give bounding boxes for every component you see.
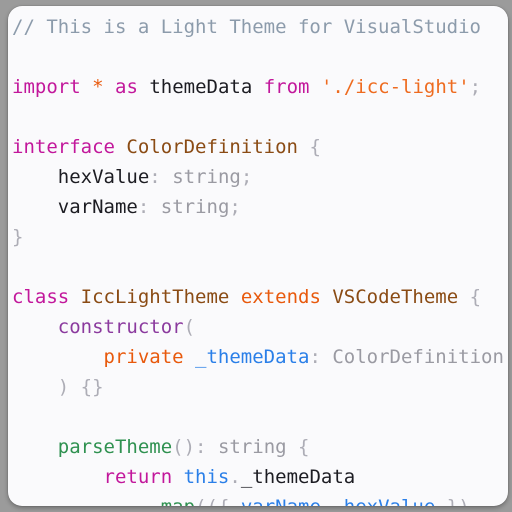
code-line[interactable]: import * as themeData from './icc-light'…	[10, 72, 508, 102]
code-token: import	[12, 76, 81, 98]
code-token: extends	[240, 286, 321, 308]
code-token: './icc-light'	[320, 76, 470, 98]
code-line[interactable]: varName: string;	[10, 192, 508, 222]
code-token: ()	[172, 436, 196, 458]
code-token: ,	[321, 496, 344, 506]
code-token: ;	[229, 196, 241, 218]
code-token: :	[149, 166, 161, 188]
code-token: string	[160, 196, 230, 218]
code-token: hexValue	[12, 166, 150, 188]
code-token: string	[217, 436, 287, 458]
code-content[interactable]: // This is a Light Theme for VisualStudi…	[8, 6, 508, 506]
code-token: .	[149, 496, 160, 506]
code-token: themeData	[137, 76, 264, 98]
code-token: private	[103, 346, 184, 368]
code-token: VSCodeTheme	[332, 286, 459, 308]
code-token: varName	[241, 496, 321, 506]
code-editor-card: // This is a Light Theme for VisualStudi…	[8, 6, 508, 506]
code-token: constructor	[57, 316, 184, 338]
code-token: {	[309, 136, 321, 158]
code-token: .	[229, 466, 241, 488]
code-line[interactable]: }	[10, 222, 508, 252]
code-token: ColorDefinition	[126, 136, 298, 158]
code-line[interactable]: ) {}	[10, 372, 508, 402]
code-token: (({	[195, 496, 241, 506]
code-token: (	[183, 316, 196, 338]
code-token: from	[263, 76, 310, 98]
code-token: ;	[469, 76, 482, 98]
code-token: :	[309, 346, 321, 368]
code-line[interactable]: return this._themeData	[10, 462, 508, 492]
code-line[interactable]: parseTheme(): string {	[10, 432, 508, 462]
code-token: }	[12, 226, 24, 248]
code-token: this	[183, 466, 230, 488]
code-token: interface	[12, 136, 115, 158]
code-token: class	[12, 286, 70, 308]
code-token: ColorDefinition[]	[332, 346, 508, 368]
code-line[interactable]: constructor(	[10, 312, 508, 342]
code-token: {	[298, 436, 310, 458]
code-line[interactable]	[10, 102, 508, 132]
code-token: :	[137, 196, 150, 218]
code-token: {	[469, 286, 482, 308]
code-line[interactable]: // This is a Light Theme for VisualStudi…	[10, 12, 508, 42]
code-line[interactable]: hexValue: string;	[10, 162, 508, 192]
code-token: })	[435, 496, 470, 506]
code-line[interactable]: interface ColorDefinition {	[10, 132, 508, 162]
code-line[interactable]: class IccLightTheme extends VSCodeTheme …	[10, 282, 508, 312]
code-token: string	[172, 166, 241, 188]
code-token: as	[115, 76, 138, 98]
code-line[interactable]	[10, 402, 508, 432]
code-line[interactable]: private _themeData: ColorDefinition[]	[10, 342, 508, 372]
code-token: parseTheme	[57, 436, 173, 458]
code-token: map	[161, 496, 195, 506]
code-line[interactable]	[10, 42, 508, 72]
code-token: *	[92, 76, 104, 98]
code-token: _themeData	[240, 466, 356, 488]
code-token: IccLightTheme	[80, 286, 230, 308]
code-line[interactable]	[10, 252, 508, 282]
code-token: ;	[240, 166, 253, 188]
code-line[interactable]: .map(({ varName, hexValue })	[10, 492, 508, 506]
code-token: // This is a Light Theme for VisualStudi…	[12, 16, 481, 38]
code-token: ) {}	[57, 376, 104, 398]
code-token: _themeData	[195, 346, 310, 368]
code-token: return	[103, 466, 173, 488]
screenshot-stage: // This is a Light Theme for VisualStudi…	[0, 0, 512, 512]
code-token: :	[195, 436, 207, 458]
code-token: hexValue	[344, 496, 436, 506]
code-token: varName	[12, 196, 138, 218]
